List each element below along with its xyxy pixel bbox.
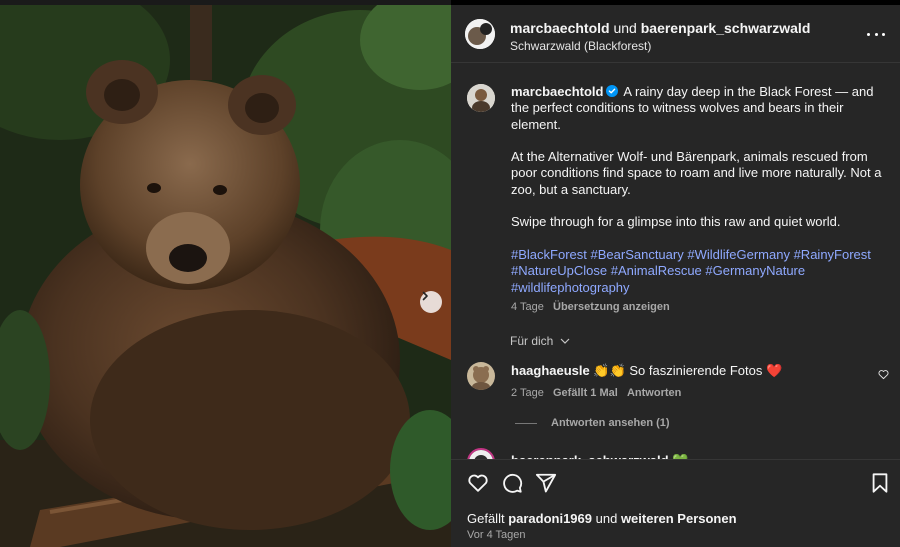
comments-scroll-area[interactable]: marcbaechtold A rainy day deep in the Bl… — [451, 64, 900, 459]
caption-username[interactable]: marcbaechtold — [511, 84, 603, 99]
author-username[interactable]: marcbaechtold — [510, 20, 610, 36]
hashtag-link[interactable]: #AnimalRescue — [611, 263, 702, 278]
caption-paragraph-2: At the Alternativer Wolf- und Bärenpark,… — [511, 149, 882, 197]
comment-meta: 2 Tage Gefällt 1 Mal Antworten — [511, 387, 681, 399]
commenter-username[interactable]: haaghaeusle — [511, 363, 590, 378]
authors-connector: und — [609, 20, 641, 36]
more-horizontal-icon — [874, 32, 878, 36]
view-replies-button[interactable]: Antworten ansehen (1) — [515, 417, 670, 429]
replies-divider — [515, 422, 537, 424]
liked-by-username[interactable]: paradoni1969 — [508, 511, 592, 526]
comment-age: 2 Tage — [511, 387, 544, 399]
hashtag-link[interactable]: #wildlifephotography — [511, 280, 630, 295]
comment-body: 👏👏 So faszinierende Fotos ❤️ — [593, 363, 783, 378]
for-you-label: Für dich — [510, 334, 554, 348]
translate-link[interactable]: Übersetzung anzeigen — [553, 301, 670, 313]
paper-plane-icon[interactable] — [535, 472, 557, 494]
post-location[interactable]: Schwarzwald (Blackforest) — [510, 39, 651, 53]
avatar-illustration — [465, 19, 495, 49]
avatar-illustration — [469, 450, 493, 459]
avatar-illustration — [467, 362, 495, 390]
post-date: Vor 4 Tagen — [467, 529, 526, 541]
post-photo[interactable] — [0, 0, 451, 547]
hashtag-link[interactable]: #RainyForest — [794, 247, 871, 262]
hashtag-link[interactable]: #BlackForest — [511, 247, 587, 262]
caption-text: marcbaechtold A rainy day deep in the Bl… — [511, 84, 883, 296]
post-authors: marcbaechtold und baerenpark_schwarzwald — [510, 20, 810, 36]
collaborator-username[interactable]: baerenpark_schwarzwald — [641, 20, 811, 36]
caption-hashtags: #BlackForest #BearSanctuary #WildlifeGer… — [511, 247, 883, 296]
view-replies-label: Antworten ansehen (1) — [551, 417, 670, 429]
heart-icon[interactable] — [878, 369, 889, 380]
caption-age: 4 Tage — [511, 301, 544, 313]
post-side-panel: marcbaechtold und baerenpark_schwarzwald… — [451, 0, 900, 547]
hashtag-link[interactable]: #GermanyNature — [705, 263, 805, 278]
bookmark-icon[interactable] — [869, 472, 891, 494]
commenter-avatar[interactable] — [467, 362, 495, 390]
verified-badge-icon — [606, 85, 619, 97]
comment-icon[interactable] — [501, 472, 523, 494]
instagram-post-view: marcbaechtold und baerenpark_schwarzwald… — [0, 0, 900, 547]
next-photo-button[interactable] — [420, 291, 442, 313]
post-actions-footer: Gefällt paradoni1969 und weiteren Person… — [451, 459, 900, 547]
hashtag-link[interactable]: #BearSanctuary — [591, 247, 684, 262]
hashtag-link[interactable]: #NatureUpClose — [511, 263, 607, 278]
comment-text: haaghaeusle 👏👏 So faszinierende Fotos ❤️ — [511, 363, 782, 379]
bear-photo-illustration — [0, 0, 451, 547]
caption-meta: 4 Tage Übersetzung anzeigen — [511, 301, 670, 313]
for-you-filter[interactable]: Für dich — [510, 334, 570, 348]
chevron-right-icon — [422, 291, 428, 301]
avatar-illustration — [467, 84, 495, 112]
action-buttons — [467, 472, 557, 494]
likes-summary[interactable]: Gefällt paradoni1969 und weiteren Person… — [467, 511, 737, 526]
reply-link[interactable]: Antworten — [627, 387, 681, 399]
likes-prefix: Gefällt — [467, 511, 509, 526]
author-avatar[interactable] — [465, 19, 495, 49]
others-link[interactable]: weiteren Personen — [621, 511, 737, 526]
heart-icon[interactable] — [467, 472, 489, 494]
more-options-button[interactable] — [867, 25, 885, 43]
hashtag-link[interactable]: #WildlifeGermany — [687, 247, 790, 262]
more-horizontal-icon — [867, 32, 870, 36]
chevron-down-icon — [560, 338, 570, 344]
likes-middle: und — [592, 511, 621, 526]
more-horizontal-icon — [882, 32, 885, 36]
post-header: marcbaechtold und baerenpark_schwarzwald… — [451, 5, 900, 63]
caption-author-avatar[interactable] — [467, 84, 495, 112]
commenter-avatar[interactable] — [467, 448, 495, 459]
comment-likes-link[interactable]: Gefällt 1 Mal — [553, 387, 618, 399]
caption-paragraph-3: Swipe through for a glimpse into this ra… — [511, 214, 841, 230]
